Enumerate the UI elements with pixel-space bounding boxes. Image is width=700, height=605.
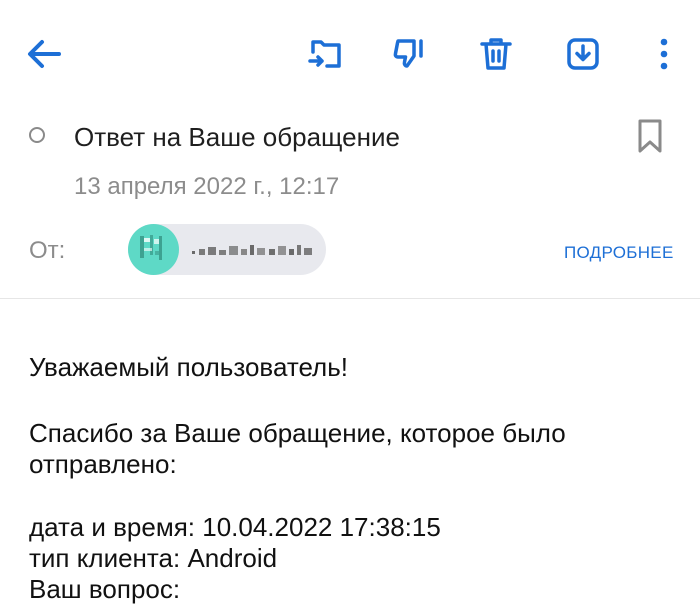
body-question: Ваш вопрос:: [29, 574, 181, 604]
body-client-type: тип клиента: Android: [29, 543, 278, 573]
thumbs-down-icon: [393, 39, 423, 68]
unread-indicator[interactable]: [29, 127, 45, 143]
spam-button[interactable]: [382, 26, 438, 82]
email-subject: Ответ на Ваше обращение: [74, 122, 400, 152]
arrow-left-icon: [28, 40, 61, 68]
email-view: Ответ на Ваше обращение 13 апреля 2022 г…: [0, 0, 700, 605]
sender-avatar: [128, 224, 179, 275]
move-to-folder-button[interactable]: [297, 26, 353, 82]
bookmark-button[interactable]: [628, 112, 672, 160]
body-greeting: Уважаемый пользователь!: [29, 352, 348, 382]
more-button[interactable]: [636, 26, 692, 82]
body-datetime: дата и время: 10.04.2022 17:38:15: [29, 512, 441, 542]
sender-chip[interactable]: [128, 224, 326, 275]
body-thanks: Спасибо за Ваше обращение, которое было …: [29, 418, 566, 479]
details-link[interactable]: ПОДРОБНЕЕ: [564, 242, 674, 264]
trash-icon: [480, 38, 512, 70]
more-vertical-icon: [660, 38, 668, 70]
header-divider: [0, 298, 700, 299]
save-button[interactable]: [555, 26, 611, 82]
delete-button[interactable]: [468, 26, 524, 82]
back-button[interactable]: [16, 26, 72, 82]
download-icon: [567, 38, 599, 70]
toolbar: [0, 0, 700, 110]
email-date: 13 апреля 2022 г., 12:17: [74, 173, 340, 200]
sender-name-obscured: [190, 243, 315, 257]
from-label: От:: [29, 237, 66, 264]
bookmark-icon: [638, 119, 662, 153]
folder-move-icon: [308, 40, 341, 68]
